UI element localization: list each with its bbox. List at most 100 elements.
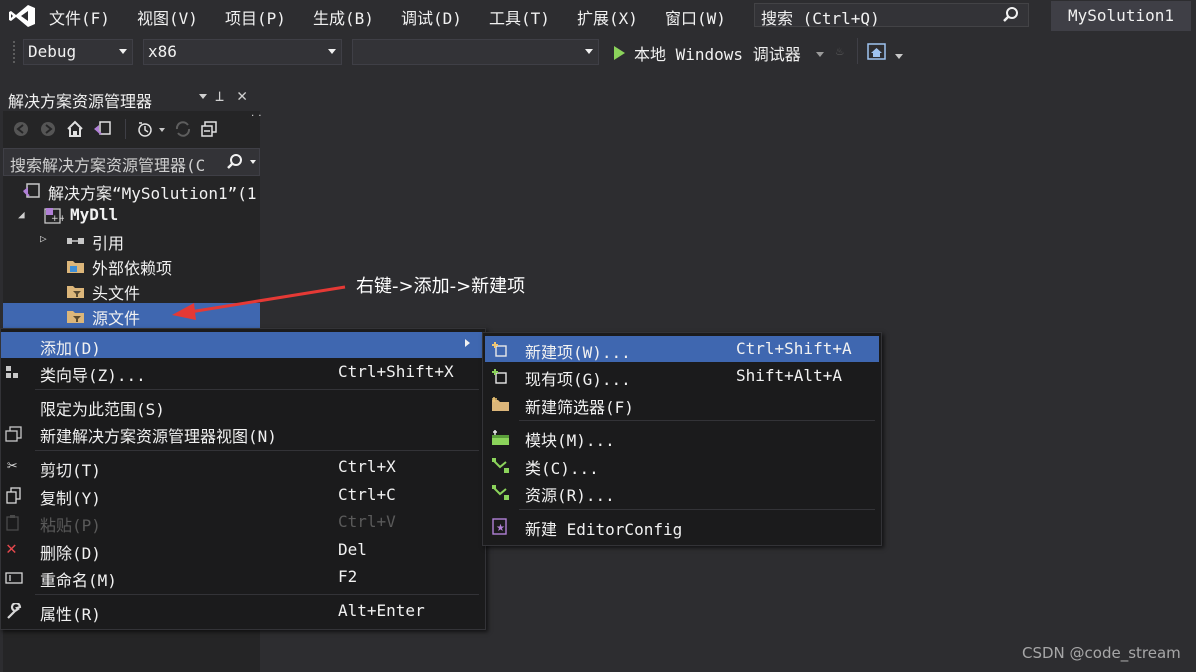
configuration-dropdown[interactable]: Debug [23,39,133,65]
collapsed-triangle-icon[interactable]: ▷ [40,232,47,245]
menu-view[interactable]: 视图(V) [137,5,198,29]
menu-item-new-view[interactable]: 新建解决方案资源管理器视图(N) [1,420,483,446]
submenu-item-module[interactable]: 模块(M)... [485,424,879,450]
menu-item-shortcut: Del [338,540,367,559]
tree-item-references[interactable]: ▷ 引用 [3,228,260,253]
toolbar-grip[interactable] [12,40,16,64]
menu-separator [519,420,875,421]
submenu-item-new-item[interactable]: 新建项(W)... Ctrl+Shift+A [485,336,879,362]
new-filter-icon [492,397,509,411]
menu-file[interactable]: 文件(F) [49,5,110,29]
start-debugging-icon[interactable] [614,46,625,60]
tree-item-header-files[interactable]: 头文件 [3,278,260,303]
menu-item-label: 资源(R)... [525,486,615,505]
menu-tools[interactable]: 工具(T) [489,5,550,29]
submenu-item-new-filter[interactable]: 新建筛选器(F) [485,391,879,417]
menu-build[interactable]: 生成(B) [313,5,374,29]
collapse-all-icon[interactable] [201,120,219,138]
submenu-arrow-icon [465,339,470,347]
class-icon [492,458,509,473]
search-icon [227,154,242,169]
pin-icon[interactable]: ⊥ [215,87,224,105]
quick-search-input[interactable]: 搜索 (Ctrl+Q) [754,3,1029,28]
tree-item-solution[interactable]: 解决方案“MySolution1”(1 [3,178,260,203]
menu-item-label: 限定为此范围(S) [40,400,165,419]
tree-label: 解决方案“MySolution1”(1 [48,184,257,203]
menu-project[interactable]: 项目(P) [225,5,286,29]
toolbar-overflow-icon[interactable]: ˙˙ [249,113,263,127]
menu-item-class-wizard[interactable]: 类向导(Z)... Ctrl+Shift+X [1,359,483,385]
back-icon[interactable] [13,121,29,137]
browser-link-icon[interactable] [867,43,887,61]
menu-item-paste[interactable]: 粘贴(P) Ctrl+V [1,509,483,535]
chevron-down-icon [119,49,127,54]
menu-item-add[interactable]: 添加(D) [1,332,483,358]
submenu-item-class[interactable]: 类(C)... [485,452,879,478]
platform-dropdown[interactable]: x86 [143,39,342,65]
delete-x-icon: ✕ [6,538,17,559]
menu-item-scope-to-this[interactable]: 限定为此范围(S) [1,393,483,419]
svg-text:++: ++ [51,214,64,224]
scissors-icon: ✂ [7,456,18,476]
pending-changes-filter-icon[interactable] [136,120,154,138]
toolbar-divider [857,38,858,64]
folder-icon [67,261,84,273]
submenu-item-resource[interactable]: 资源(R)... [485,479,879,505]
debugger-dropdown-arrow-icon[interactable] [816,52,824,57]
submenu-item-existing-item[interactable]: 现有项(G)... Shift+Alt+A [485,363,879,389]
copy-icon [6,487,21,504]
menu-item-label: 模块(M)... [525,431,615,450]
tree-label: MyDll [70,205,119,224]
toolbar: Debug x86 本地 Windows 调试器 ♨ [0,32,1196,72]
resource-icon [492,485,509,500]
menu-window[interactable]: 窗口(W) [665,5,726,29]
menu-item-label: 重命名(M) [40,571,117,590]
tree-item-project[interactable]: ◢ ++ MyDll [3,203,260,228]
close-icon[interactable]: ✕ [237,86,247,106]
menu-item-cut[interactable]: ✂ 剪切(T) Ctrl+X [1,454,483,480]
filter-folder-icon [67,286,84,298]
tree-label: 源文件 [92,309,141,328]
menu-item-label: 剪切(T) [40,461,101,480]
menu-debug[interactable]: 调试(D) [401,5,462,29]
tree-label: 外部依赖项 [92,259,173,278]
solution-explorer-title-bar: 解决方案资源管理器 ⊥ ✕ [3,83,260,111]
submenu-item-editorconfig[interactable]: ★ 新建 EditorConfig [485,513,879,539]
home-icon[interactable] [66,120,84,138]
startup-item-dropdown[interactable] [352,39,599,65]
menu-item-shortcut: Ctrl+C [338,485,396,504]
chevron-down-icon[interactable] [159,128,165,132]
tree-item-source-files[interactable]: 源文件 [3,303,260,328]
annotation-text: 右键->添加->新建项 [356,276,526,297]
configuration-value: Debug [28,42,77,61]
menu-item-rename[interactable]: 重命名(M) F2 [1,564,483,590]
add-submenu: 新建项(W)... Ctrl+Shift+A 现有项(G)... Shift+A… [482,332,882,546]
menu-extensions[interactable]: 扩展(X) [577,5,638,29]
menu-item-label: 删除(D) [40,544,101,563]
menu-item-copy[interactable]: 复制(Y) Ctrl+C [1,482,483,508]
chevron-down-icon[interactable] [250,160,256,164]
menu-item-shortcut: Ctrl+X [338,457,396,476]
menu-item-label: 新建筛选器(F) [525,398,634,417]
start-debugger-button[interactable]: 本地 Windows 调试器 [634,41,801,65]
window-position-dropdown-icon[interactable] [199,94,207,99]
forward-icon[interactable] [40,121,56,137]
search-icon [1003,7,1018,22]
switch-views-icon[interactable] [93,120,111,138]
menu-item-shortcut: Alt+Enter [338,601,425,620]
menu-item-label: 复制(Y) [40,489,101,508]
tree-label: 头文件 [92,284,141,303]
sync-icon[interactable] [174,120,192,138]
toolbar-overflow-icon[interactable] [895,54,903,59]
expanded-triangle-icon[interactable]: ◢ [18,208,25,221]
menu-item-properties[interactable]: 属性(R) Alt+Enter [1,598,483,624]
tree-item-external-deps[interactable]: 外部依赖项 [3,253,260,278]
existing-item-icon [492,369,507,384]
menu-item-label: 新建解决方案资源管理器视图(N) [40,427,277,446]
menu-item-label: 新建项(W)... [525,343,631,362]
menu-item-label: 现有项(G)... [525,370,631,389]
solution-explorer-search-input[interactable]: 搜索解决方案资源管理器(C [3,148,260,176]
toolbar-divider [125,119,126,139]
menu-item-delete[interactable]: ✕ 删除(D) Del [1,537,483,563]
visual-studio-logo-icon[interactable] [8,4,36,28]
